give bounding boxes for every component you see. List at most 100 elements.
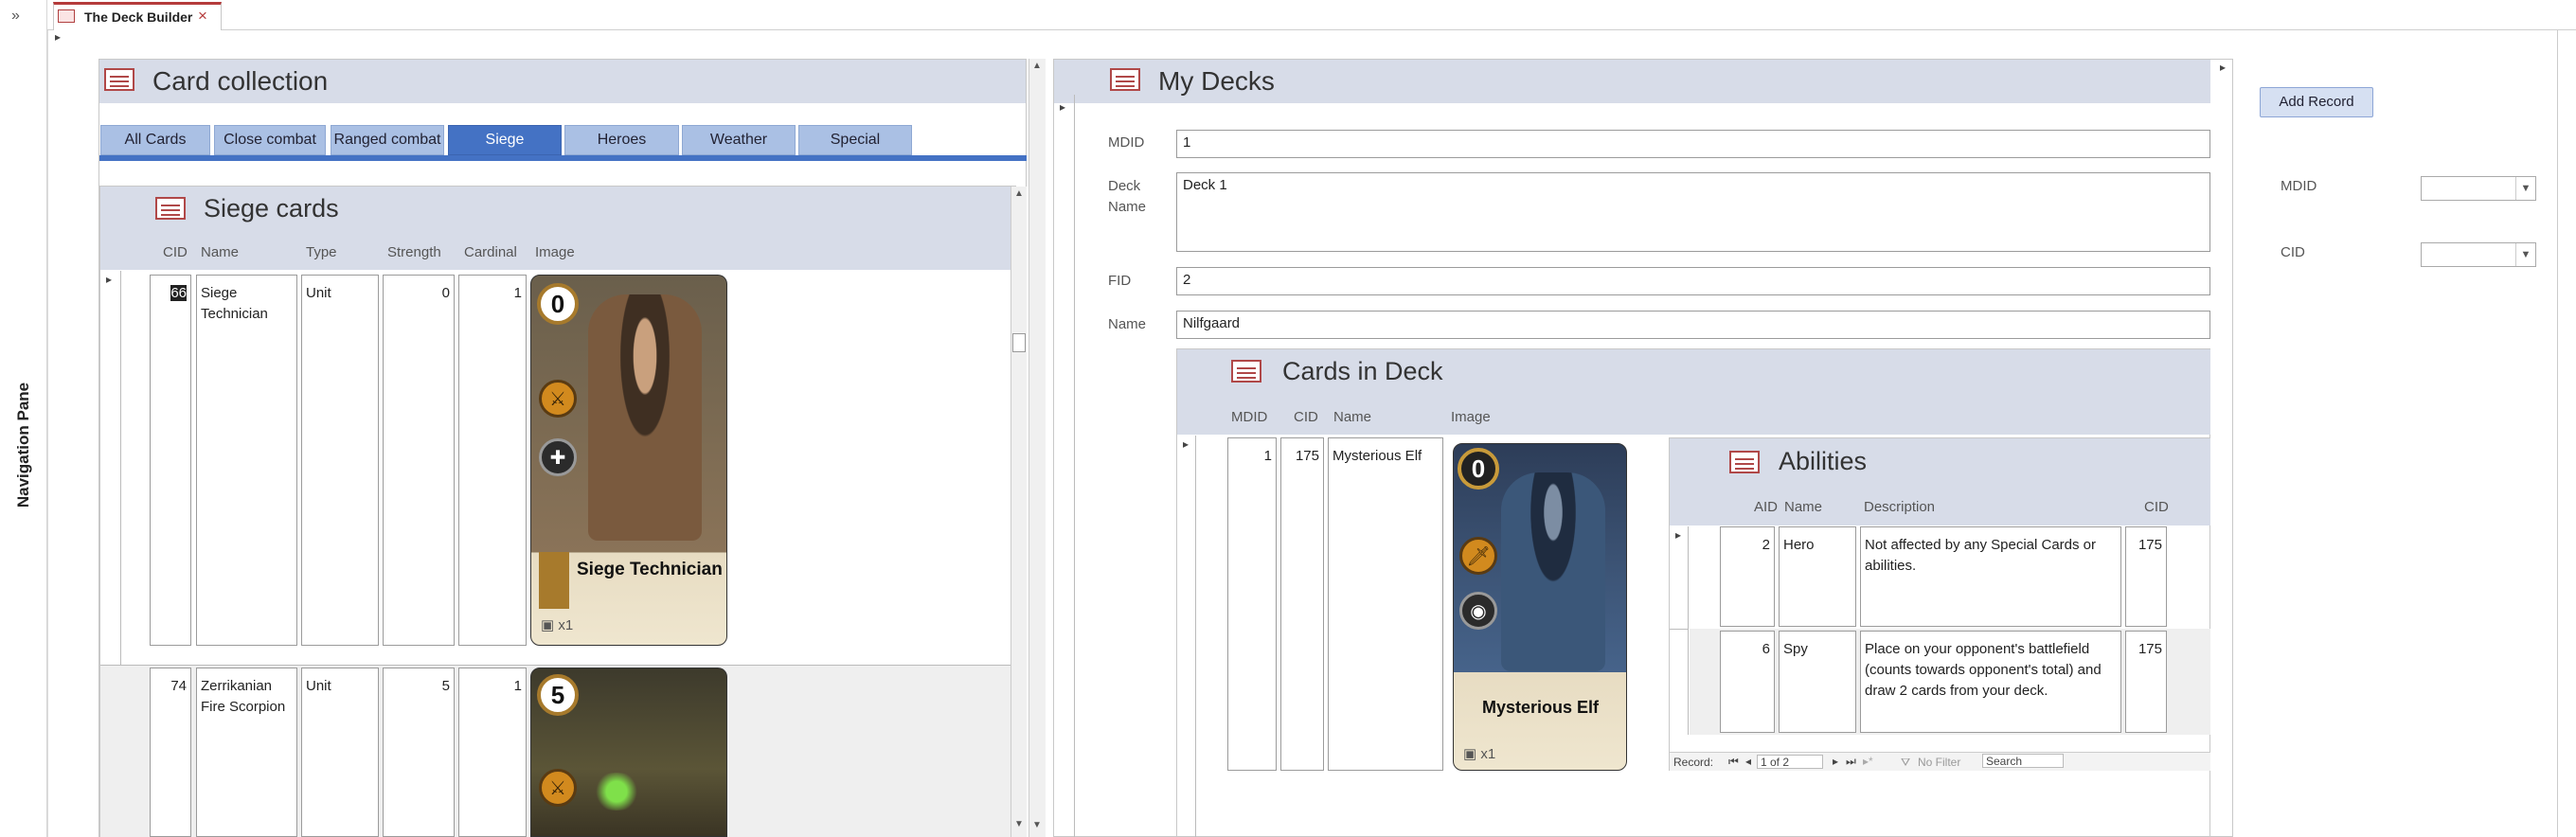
first-record-button[interactable]: ⏮ [1728,755,1739,769]
ability1-description[interactable]: Not affected by any Special Cards or abi… [1860,526,2121,627]
fid-field[interactable]: 2 [1176,267,2210,295]
col-header-strength: Strength [387,244,441,260]
tab-siege[interactable]: Siege [448,125,562,155]
filter-cid-label: CID [2281,244,2305,260]
col-header-cardinal: Cardinal [464,244,517,260]
mdid-field[interactable]: 1 [1176,130,2210,158]
record-selector-icon[interactable]: ▸ [55,30,61,44]
strength-badge: 0 [537,283,579,325]
row1-cid[interactable]: 66 [150,275,191,646]
new-record-button[interactable]: ▸* [1863,755,1873,768]
collection-scrollbar[interactable]: ▲ ▼ [1029,59,1046,837]
tab-ranged-combat[interactable]: Ranged combat [331,125,444,155]
no-filter-indicator[interactable]: No Filter [1918,756,1960,769]
deck-row-name[interactable]: Mysterious Elf [1328,437,1443,771]
row1-cardinal[interactable]: 1 [458,275,527,646]
deck-row-cid[interactable]: 175 [1280,437,1324,771]
record-selector[interactable]: ▸ [1054,95,1075,837]
add-record-button[interactable]: Add Record [2260,87,2373,117]
filter-mdid-label: MDID [2281,178,2317,194]
next-record-button[interactable]: ▸ [1833,755,1838,768]
ability1-name[interactable]: Hero [1779,526,1856,627]
scroll-thumb[interactable] [1012,333,1026,352]
col-header-cid: CID [1294,409,1318,425]
cards-in-deck-title: Cards in Deck [1282,357,1443,385]
abilities-title: Abilities [1779,447,1868,475]
record-selector[interactable]: ▸ [1670,526,1689,735]
last-record-button[interactable]: ⏭ [1846,755,1856,769]
cid-combo[interactable]: ▼ [2421,242,2536,267]
row1-strength[interactable]: 0 [383,275,455,646]
tab-close-combat[interactable]: Close combat [214,125,326,155]
tab-all-cards[interactable]: All Cards [100,125,210,155]
mdid-label: MDID [1108,134,1145,151]
name-label: Name [1108,316,1147,332]
col-header-name: Name [1784,499,1823,515]
navigation-pane[interactable]: » Navigation Pane [0,0,47,837]
record-selector[interactable]: ▸ [100,271,121,665]
ability1-aid[interactable]: 2 [1720,526,1775,627]
mysterious-elf-card-image[interactable]: 0 🗡 ◉ Mysterious Elf ▣ x1 [1453,443,1627,771]
row2-cid[interactable]: 74 [150,668,191,837]
unit-banner [539,552,569,609]
col-header-name: Name [1333,409,1372,425]
card-portrait [588,773,645,810]
row1-type[interactable]: Unit [301,275,379,646]
form-icon [58,9,75,23]
tab-special[interactable]: Special [798,125,912,155]
siege-scrollbar[interactable]: ▲ ▼ [1011,187,1027,837]
record-navigation-bar: Record: ⏮ ◂ 1 of 2 ▸ ⏭ ▸* ⛛ No Filter Se… [1670,752,2210,771]
row1-name[interactable]: Siege Technician [196,275,297,646]
card-portrait [1501,472,1605,671]
card-portrait [588,294,702,541]
col-header-name: Name [201,244,240,260]
ability2-aid[interactable]: 6 [1720,631,1775,733]
right-divider [2557,30,2558,837]
expand-nav-icon[interactable]: » [11,8,20,25]
previous-record-button[interactable]: ◂ [1745,755,1751,768]
col-header-image: Image [535,244,575,260]
col-header-cid: CID [2144,499,2169,515]
form-icon [155,197,186,220]
side-record-selector[interactable]: ▸ [2216,59,2233,837]
name-field[interactable]: Nilfgaard [1176,311,2210,339]
deck-row-mdid[interactable]: 1 [1227,437,1277,771]
row2-cardinal[interactable]: 1 [458,668,527,837]
search-box[interactable]: Search [1982,754,2064,768]
row2-strength[interactable]: 5 [383,668,455,837]
tab-heroes[interactable]: Heroes [564,125,679,155]
col-header-type: Type [306,244,337,260]
col-header-description: Description [1864,499,1936,515]
record-selector[interactable]: ▸ [1177,436,1196,837]
form-icon [1231,360,1261,383]
medic-ability-icon: ✚ [539,438,577,476]
chevron-down-icon[interactable]: ▼ [2515,243,2535,266]
ability1-cid[interactable]: 175 [2125,526,2167,627]
mdid-combo[interactable]: ▼ [2421,176,2536,201]
siege-cards-title: Siege cards [204,194,339,223]
ability2-name[interactable]: Spy [1779,631,1856,733]
ability2-description[interactable]: Place on your opponent's battlefield (co… [1860,631,2121,733]
card-count: ▣ x1 [541,617,574,633]
current-record-field[interactable]: 1 of 2 [1757,755,1823,769]
deck-name-label: Deck Name [1108,178,1147,215]
tab-weather[interactable]: Weather [682,125,796,155]
document-tab-title: The Deck Builder [84,9,193,25]
form-icon [104,68,134,91]
row2-name[interactable]: Zerrikanian Fire Scorpion [196,668,297,837]
col-header-aid: AID [1754,499,1779,515]
deck-name-field[interactable]: Deck 1 [1176,172,2210,252]
col-header-mdid: MDID [1231,409,1268,425]
close-tab-icon[interactable]: × [198,7,207,26]
row2-type[interactable]: Unit [301,668,379,837]
col-header-cid: CID [163,244,188,260]
document-tab[interactable]: The Deck Builder × [53,2,222,30]
spy-ability-icon: ◉ [1459,592,1497,630]
ability2-cid[interactable]: 175 [2125,631,2167,733]
record-label: Record: [1673,756,1714,769]
chevron-down-icon[interactable]: ▼ [2515,177,2535,200]
zerrikanian-fire-scorpion-card-image[interactable]: 5 ⚔ [530,668,727,837]
siege-technician-card-image[interactable]: 0 ⚔ ✚ Siege Technician ▣ x1 [530,275,727,646]
filter-icon: ⛛ [1901,756,1911,769]
navigation-pane-label[interactable]: Navigation Pane [14,355,33,535]
